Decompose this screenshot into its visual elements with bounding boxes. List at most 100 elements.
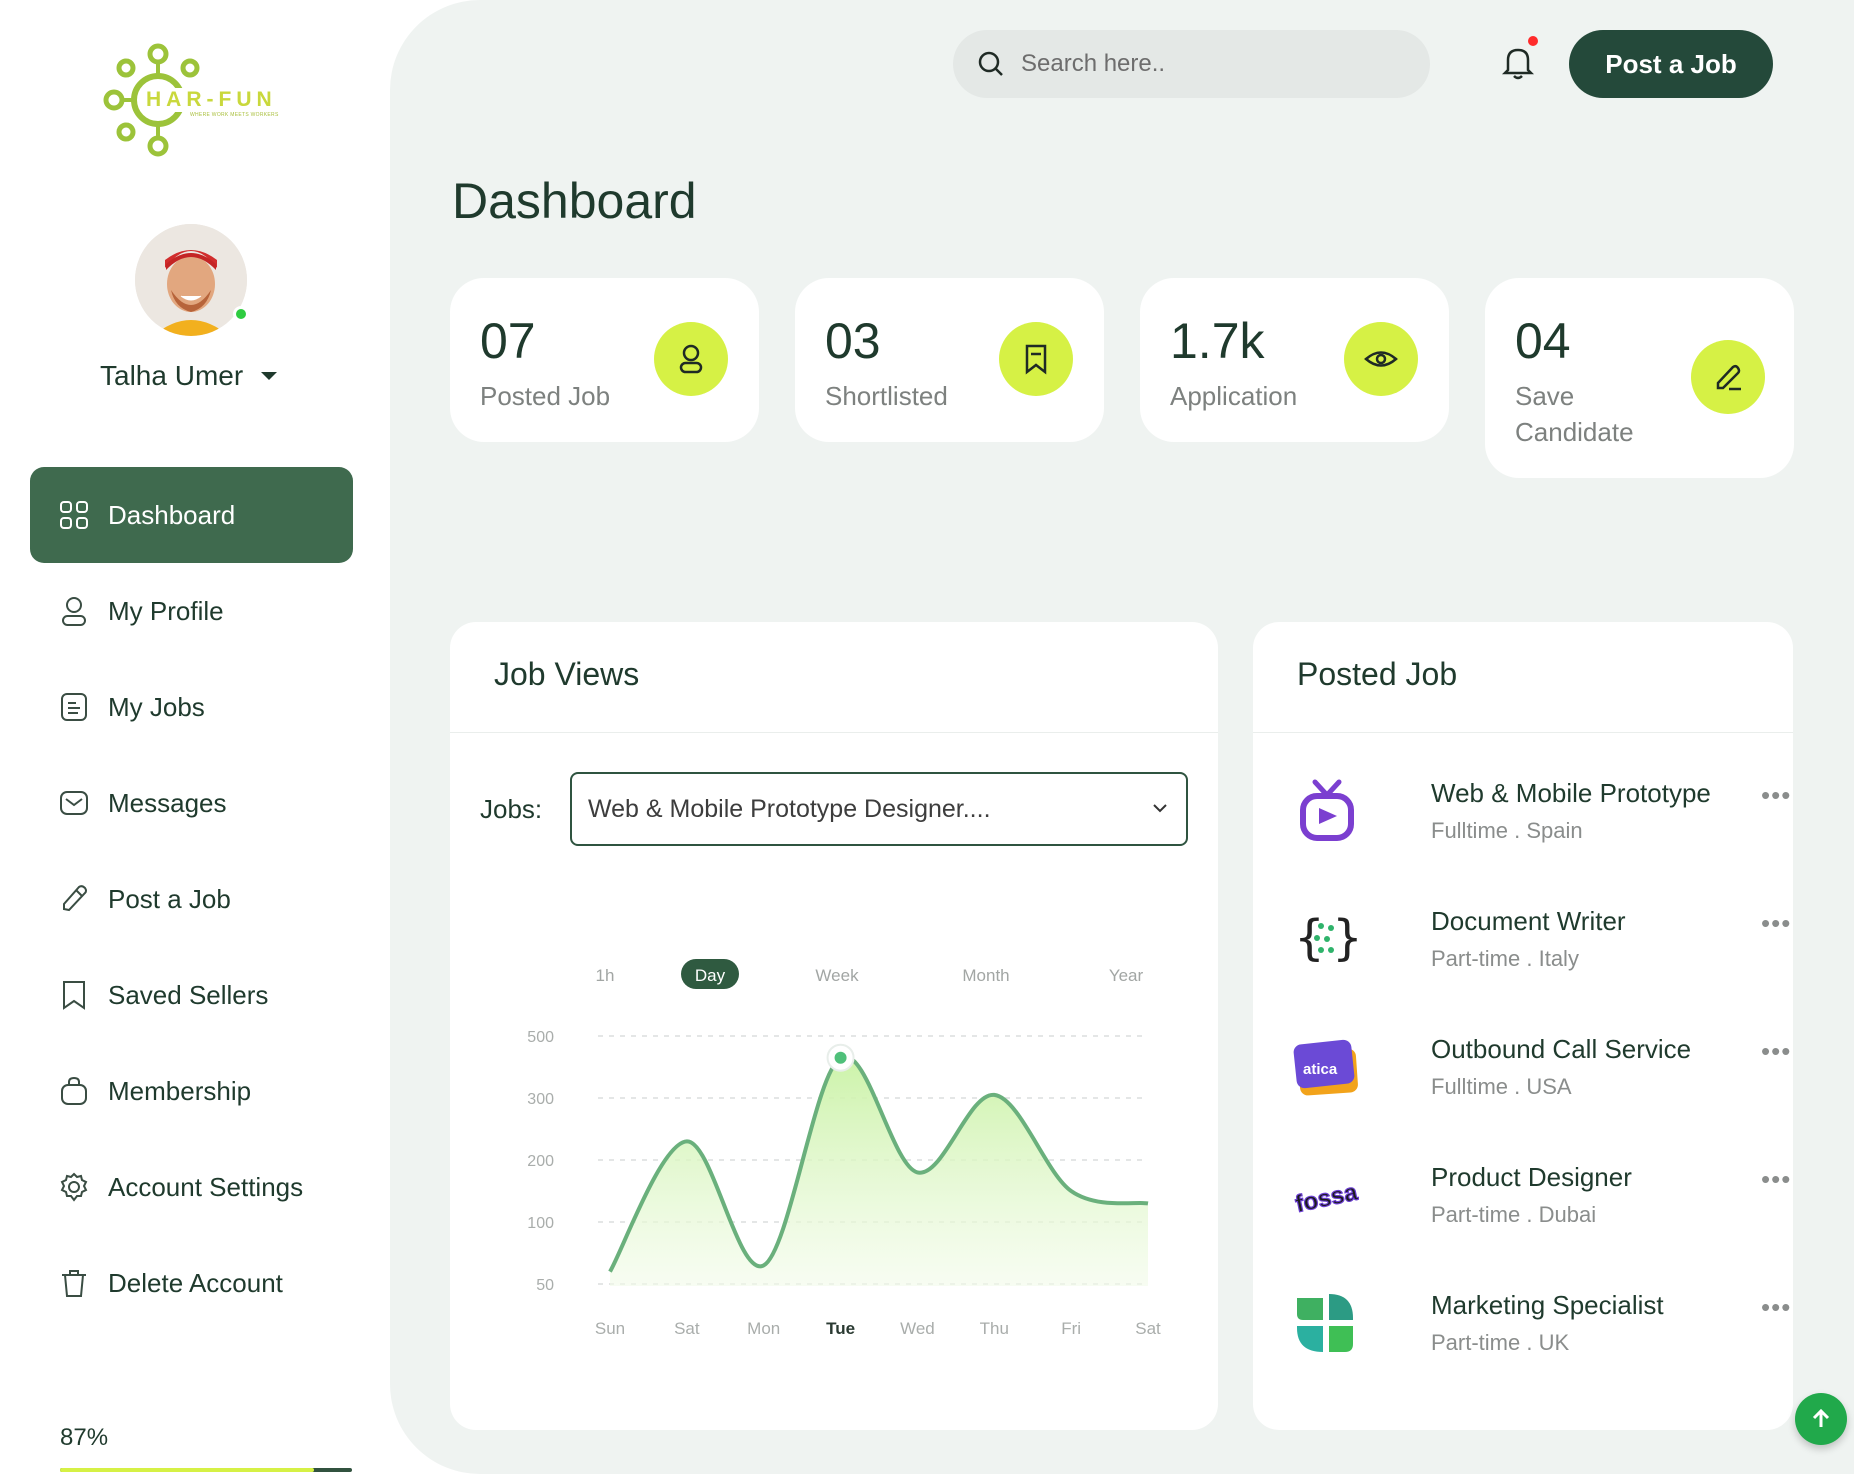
posted-job-item[interactable]: Web & Mobile Prototype Fulltime . Spain …: [1293, 770, 1790, 870]
sidebar-item-label: Post a Job: [108, 883, 231, 914]
user-name: Talha Umer: [100, 360, 244, 391]
sidebar-item-dashboard[interactable]: Dashboard: [30, 467, 353, 563]
period-tab-month[interactable]: Month: [962, 966, 1009, 985]
sidebar-item-label: Messages: [108, 787, 227, 818]
panel-title: Posted Job: [1297, 656, 1458, 692]
sidebar-item-label: Membership: [108, 1075, 252, 1106]
period-tab-label: 1h: [596, 966, 615, 985]
chart-area: [610, 1056, 1148, 1286]
main-content: Post a Job Dashboard 07 Posted Job 03 Sh…: [390, 0, 1854, 1474]
sidebar-item-my-profile[interactable]: My Profile: [30, 563, 353, 659]
sidebar-item-membership[interactable]: Membership: [30, 1043, 353, 1139]
posted-job-item[interactable]: fossa Product Designer Part-time . Dubai…: [1293, 1154, 1790, 1254]
scroll-to-top-button[interactable]: [1795, 1393, 1847, 1445]
stat-value: 07: [480, 313, 536, 369]
pencil-icon: [1716, 364, 1741, 391]
profile-completion-bar: [60, 1468, 352, 1472]
sidebar-item-post-a-job[interactable]: Post a Job: [30, 851, 353, 947]
period-tab-1h[interactable]: 1h: [596, 966, 615, 985]
sidebar-item-messages[interactable]: Messages: [30, 755, 353, 851]
notification-dot: [1528, 36, 1538, 46]
bell-icon: [1501, 48, 1535, 80]
stat-card-posted-job[interactable]: 07 Posted Job: [450, 278, 759, 442]
x-tick-label: Fri: [1061, 1319, 1081, 1338]
stat-value: 04: [1515, 313, 1571, 369]
job-title: Document Writer: [1431, 906, 1626, 936]
x-tick-label: Sat: [1135, 1319, 1161, 1338]
x-tick-label: Mon: [747, 1319, 780, 1338]
profile-completion-fill: [60, 1468, 315, 1472]
eye-icon: [1364, 351, 1398, 367]
stat-card-shortlisted[interactable]: 03 Shortlisted: [795, 278, 1104, 442]
svg-text:fossa: fossa: [1293, 1179, 1359, 1219]
job-meta: Fulltime . Spain: [1431, 818, 1583, 843]
sidebar-item-my-jobs[interactable]: My Jobs: [30, 659, 353, 755]
more-options-button[interactable]: •••: [1761, 908, 1791, 939]
stat-icon-badge: [654, 322, 728, 396]
x-tick-label: Wed: [900, 1319, 935, 1338]
period-tab-label: Day: [695, 966, 726, 985]
page-title: Dashboard: [452, 173, 697, 229]
stat-icon-badge: [999, 322, 1073, 396]
stat-icon-badge: [1691, 340, 1765, 414]
more-options-button[interactable]: •••: [1761, 1036, 1791, 1067]
online-status-dot: [233, 306, 249, 322]
braces-logo-icon: { }: [1295, 910, 1359, 966]
bookmark-icon: [1025, 344, 1047, 375]
job-title: Product Designer: [1431, 1162, 1632, 1192]
period-tab-week[interactable]: Week: [815, 966, 859, 985]
stat-icon-badge: [1344, 322, 1418, 396]
x-tick-label: Tue: [826, 1319, 855, 1338]
job-title: Web & Mobile Prototype: [1431, 778, 1711, 808]
stat-card-save-candidate[interactable]: 04 Save Candidate: [1485, 278, 1794, 478]
more-options-button[interactable]: •••: [1761, 1292, 1791, 1323]
stat-card-application[interactable]: 1.7k Application: [1140, 278, 1449, 442]
job-title: Marketing Specialist: [1431, 1290, 1664, 1320]
sidebar-item-saved-sellers[interactable]: Saved Sellers: [30, 947, 353, 1043]
period-tab-label: Year: [1109, 966, 1144, 985]
period-tab-year[interactable]: Year: [1109, 966, 1144, 985]
job-views-chart: 1h Day Week Month Year 500 300 200 100 50 Sun Sat…: [527, 959, 1161, 1338]
sidebar: HAR-FUN WHERE WORK MEETS WORKERS Talha U…: [0, 0, 390, 1474]
sidebar-item-label: Saved Sellers: [108, 979, 269, 1010]
user-icon: [679, 344, 703, 374]
y-tick-label: 500: [527, 1029, 554, 1046]
post-job-button[interactable]: Post a Job: [1569, 30, 1773, 98]
logo-tagline: WHERE WORK MEETS WORKERS: [190, 112, 279, 118]
posted-job-item[interactable]: Marketing Specialist Part-time . UK •••: [1293, 1282, 1790, 1382]
y-tick-label: 300: [527, 1091, 554, 1108]
job-views-panel: Job Views Jobs: Web & Mobile Prototype D…: [450, 622, 1218, 1430]
chart-marker-point: [834, 1051, 847, 1064]
stat-value: 1.7k: [1170, 313, 1265, 369]
period-tab-label: Week: [815, 966, 859, 985]
sidebar-item-label: Account Settings: [108, 1171, 304, 1202]
brand-logo[interactable]: HAR-FUN WHERE WORK MEETS WORKERS: [100, 40, 290, 160]
sidebar-item-delete-account[interactable]: Delete Account: [30, 1235, 353, 1331]
sidebar-item-account-settings[interactable]: Account Settings: [30, 1139, 353, 1235]
stat-label: Application: [1170, 381, 1298, 411]
x-tick-label: Sat: [674, 1319, 700, 1338]
bag-icon: [61, 1076, 87, 1105]
period-tab-day[interactable]: Day: [681, 959, 739, 989]
job-meta: Part-time . UK: [1431, 1330, 1570, 1355]
stat-label: Save Candidate: [1515, 381, 1634, 447]
stat-value: 03: [825, 313, 881, 369]
mail-icon: [60, 791, 88, 815]
search-input[interactable]: [1021, 50, 1401, 78]
more-options-button[interactable]: •••: [1761, 1164, 1791, 1195]
tv-logo-icon: [1300, 779, 1354, 841]
notifications-button[interactable]: [1498, 42, 1538, 82]
posted-job-panel: Posted Job Web & Mobile Prototype Fullti…: [1253, 622, 1793, 1430]
document-icon: [61, 693, 87, 721]
y-tick-label: 200: [527, 1153, 554, 1170]
posted-job-item[interactable]: atica Outbound Call Service Fulltime . U…: [1293, 1026, 1790, 1126]
sidebar-item-label: My Jobs: [108, 691, 205, 722]
search-icon: [978, 51, 1003, 76]
pencil-icon: [63, 885, 87, 912]
user-menu[interactable]: Talha Umer: [100, 360, 278, 392]
stat-label: Posted Job: [480, 381, 611, 411]
more-options-button[interactable]: •••: [1761, 780, 1791, 811]
search-bar[interactable]: [953, 30, 1430, 98]
avatar[interactable]: [135, 224, 249, 336]
posted-job-item[interactable]: { } Document Writer Part-time . Italy ••…: [1293, 898, 1790, 998]
